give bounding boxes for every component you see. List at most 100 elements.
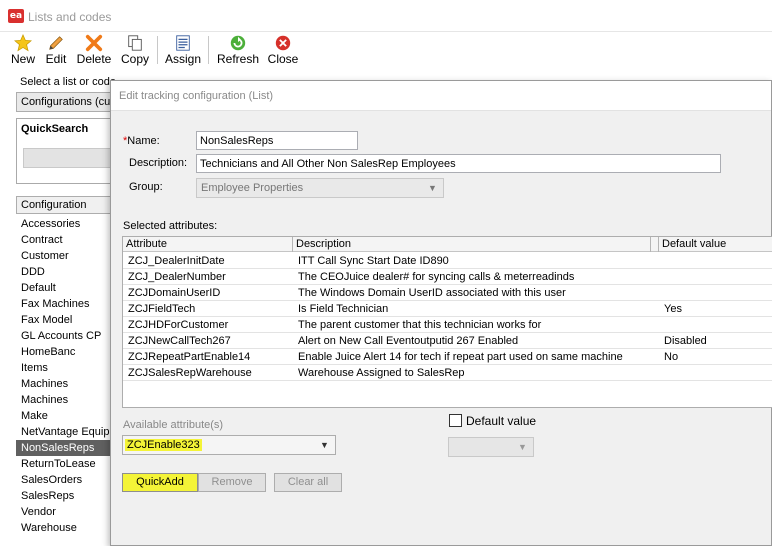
table-row[interactable]: ZCJSalesRepWarehouse Warehouse Assigned t… bbox=[123, 365, 772, 381]
close-button[interactable]: Close bbox=[266, 32, 300, 68]
available-attributes-label: Available attribute(s) bbox=[123, 419, 224, 431]
refresh-label: Refresh bbox=[216, 52, 260, 66]
table-row[interactable]: ZCJFieldTech Is Field Technician Yes bbox=[123, 301, 772, 317]
star-icon bbox=[14, 34, 32, 52]
pencil-icon bbox=[49, 36, 63, 50]
list-item[interactable]: GL Accounts CP bbox=[16, 328, 116, 344]
column-header-description[interactable]: Description bbox=[293, 237, 651, 252]
close-icon bbox=[275, 35, 291, 51]
list-item[interactable]: Machines bbox=[16, 376, 116, 392]
refresh-button[interactable]: Refresh bbox=[216, 32, 260, 68]
list-item[interactable]: SalesReps bbox=[16, 488, 116, 504]
list-item[interactable]: Contract bbox=[16, 232, 116, 248]
list-item[interactable]: NetVantage Equipm bbox=[16, 424, 116, 440]
cell-attribute: ZCJRepeatPartEnable14 bbox=[128, 351, 251, 363]
list-item[interactable]: Fax Machines bbox=[16, 296, 116, 312]
window-title: Lists and codes bbox=[28, 10, 112, 24]
assign-button[interactable]: Assign bbox=[164, 32, 202, 68]
assign-label: Assign bbox=[164, 52, 202, 66]
column-header-default-value[interactable]: Default value bbox=[659, 237, 772, 252]
table-row[interactable]: ZCJHDForCustomer The parent customer that… bbox=[123, 317, 772, 333]
cell-description: The Windows Domain UserID associated wit… bbox=[298, 287, 566, 299]
cell-default-value: No bbox=[664, 351, 679, 363]
list-item[interactable]: Make bbox=[16, 408, 116, 424]
description-label: Description: bbox=[129, 157, 188, 169]
name-input[interactable] bbox=[196, 131, 358, 150]
list-item[interactable]: Accessories bbox=[16, 216, 116, 232]
delete-x-icon bbox=[85, 34, 103, 52]
selected-attributes-label: Selected attributes: bbox=[123, 220, 218, 232]
list-item[interactable]: Default bbox=[16, 280, 116, 296]
chevron-down-icon: ▼ bbox=[518, 442, 527, 452]
table-row[interactable]: ZCJ_DealerNumber The CEOJuice dealer# for… bbox=[123, 269, 772, 285]
cell-description: The CEOJuice dealer# for syncing calls &… bbox=[298, 271, 575, 283]
configurations-combo[interactable]: Configurations (cus bbox=[16, 92, 116, 112]
cell-description: Alert on New Call Eventoutputid 267 Enab… bbox=[298, 335, 519, 347]
description-input[interactable] bbox=[196, 154, 721, 173]
available-attributes-combo[interactable]: ZCJEnable323 ▼ bbox=[122, 435, 336, 455]
cell-default-value bbox=[659, 253, 772, 269]
toolbar: New Edit Delete Copy Assign Refresh Clos… bbox=[0, 32, 772, 70]
cell-default-value: Yes bbox=[664, 303, 682, 315]
table-row[interactable]: ZCJ_DealerInitDate ITT Call Sync Start Da… bbox=[123, 253, 772, 269]
list-item[interactable]: SalesOrders bbox=[16, 472, 116, 488]
quicksearch-input[interactable] bbox=[23, 148, 115, 168]
table-row[interactable]: ZCJRepeatPartEnable14 Enable Juice Alert … bbox=[123, 349, 772, 365]
configuration-list-header[interactable]: Configuration bbox=[16, 196, 116, 214]
refresh-icon bbox=[230, 35, 246, 51]
list-item[interactable]: Items bbox=[16, 360, 116, 376]
default-value-combo[interactable]: ▼ bbox=[448, 437, 534, 457]
cell-default-value: Disabled bbox=[664, 335, 707, 347]
cell-attribute: ZCJSalesRepWarehouse bbox=[128, 367, 252, 379]
cell-description: ITT Call Sync Start Date ID890 bbox=[298, 255, 449, 267]
configuration-list: Accessories Contract Customer DDD Default Fax… bbox=[16, 216, 116, 536]
default-value-checkbox[interactable] bbox=[449, 414, 462, 427]
cell-description: Enable Juice Alert 14 for tech if repeat… bbox=[298, 351, 623, 363]
copy-icon bbox=[128, 35, 142, 51]
quickadd-button[interactable]: QuickAdd bbox=[122, 473, 198, 492]
selected-attributes-grid[interactable]: Attribute Description Default value ZCJ_… bbox=[122, 236, 772, 408]
close-label: Close bbox=[267, 52, 299, 66]
left-panel: Select a list or code Configurations (cu… bbox=[0, 70, 116, 546]
clear-all-button[interactable]: Clear all bbox=[274, 473, 342, 492]
table-row[interactable]: ZCJDomainUserID The Windows Domain UserID… bbox=[123, 285, 772, 301]
list-item[interactable]: Vendor bbox=[16, 504, 116, 520]
list-item[interactable]: Warehouse bbox=[16, 520, 116, 536]
cell-attribute: ZCJ_DealerInitDate bbox=[128, 255, 225, 267]
cell-description: The parent customer that this technician… bbox=[298, 319, 542, 331]
assign-icon bbox=[176, 35, 190, 51]
cell-description: Warehouse Assigned to SalesRep bbox=[298, 367, 465, 379]
cell-attribute: ZCJNewCallTech267 bbox=[128, 335, 231, 347]
edit-button[interactable]: Edit bbox=[43, 32, 69, 68]
new-label: New bbox=[10, 52, 35, 66]
cell-attribute: ZCJ_DealerNumber bbox=[128, 271, 226, 283]
cell-default-value bbox=[659, 365, 772, 381]
list-item[interactable]: NonSalesReps bbox=[16, 440, 116, 456]
new-button[interactable]: New bbox=[10, 32, 36, 68]
copy-button[interactable]: Copy bbox=[120, 32, 150, 68]
list-item[interactable]: Fax Model bbox=[16, 312, 116, 328]
list-item[interactable]: Customer bbox=[16, 248, 116, 264]
column-header-attribute[interactable]: Attribute bbox=[123, 237, 293, 252]
group-combo[interactable]: Employee Properties ▼ bbox=[196, 178, 444, 198]
quicksearch-box: QuickSearch bbox=[16, 118, 116, 184]
edit-tracking-dialog: Edit tracking configuration (List) *Name… bbox=[110, 80, 772, 546]
delete-button[interactable]: Delete bbox=[76, 32, 112, 68]
app-logo: ea bbox=[8, 9, 24, 23]
edit-label: Edit bbox=[45, 52, 67, 66]
list-item[interactable]: DDD bbox=[16, 264, 116, 280]
cell-description: Is Field Technician bbox=[298, 303, 389, 315]
table-row[interactable]: ZCJNewCallTech267 Alert on New Call Event… bbox=[123, 333, 772, 349]
dialog-title: Edit tracking configuration (List) bbox=[111, 81, 771, 111]
cell-default-value bbox=[659, 285, 772, 301]
select-list-label: Select a list or code bbox=[20, 76, 116, 88]
list-item[interactable]: HomeBanc bbox=[16, 344, 116, 360]
group-value: Employee Properties bbox=[201, 182, 304, 194]
remove-button[interactable]: Remove bbox=[198, 473, 266, 492]
list-item[interactable]: Machines bbox=[16, 392, 116, 408]
chevron-down-icon: ▼ bbox=[320, 440, 329, 450]
available-attribute-value: ZCJEnable323 bbox=[125, 439, 202, 451]
list-item[interactable]: ReturnToLease bbox=[16, 456, 116, 472]
cell-default-value bbox=[659, 269, 772, 285]
group-label: Group: bbox=[129, 181, 163, 193]
